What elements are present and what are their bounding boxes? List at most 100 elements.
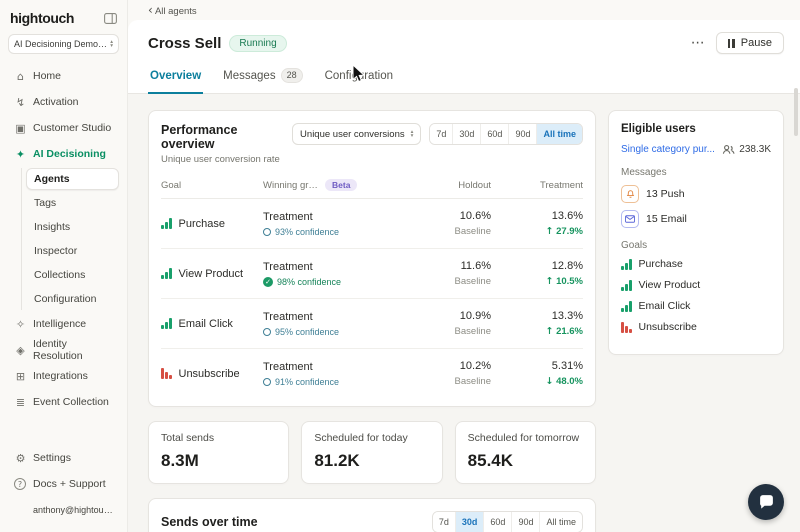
sidebar-item-identity-resolution[interactable]: ◈ Identity Resolution (8, 338, 119, 362)
range-60d[interactable]: 60d (483, 512, 511, 532)
account-email: anthony@hightouch.io (33, 505, 113, 515)
range-all-time[interactable]: All time (539, 512, 582, 532)
sidebar-bottom: ⚙ Settings ? Docs + Support anthony@high… (8, 446, 119, 524)
confidence-circle-icon (263, 378, 271, 386)
goal-bars-icon (161, 368, 172, 379)
goal-bars-icon (621, 322, 632, 333)
sidebar-item-activation[interactable]: ↯ Activation (8, 90, 119, 114)
activation-icon: ↯ (14, 96, 27, 109)
content-area: Performance overview Unique user convers… (128, 94, 800, 532)
stat-value: 81.2K (314, 451, 429, 471)
sidebar-item-label: Collections (34, 269, 85, 281)
stat-scheduled-today: Scheduled for today 81.2K (301, 421, 442, 484)
panel-collapse-icon (104, 13, 117, 24)
sidebar-item-intelligence[interactable]: ✧ Intelligence (8, 312, 119, 336)
ai-decisioning-icon: ✦ (14, 148, 27, 161)
range-30d[interactable]: 30d (455, 512, 484, 532)
sidebar-item-agents[interactable]: Agents (26, 168, 119, 190)
range-all-time[interactable]: All time (536, 124, 582, 144)
messages-section-title: Messages (621, 167, 771, 178)
goal-bars-icon (161, 218, 172, 229)
gear-icon: ⚙ (14, 452, 27, 465)
sidebar-item-tags[interactable]: Tags (26, 192, 119, 214)
goal-bars-icon (161, 318, 172, 329)
sidebar-item-configuration[interactable]: Configuration (26, 288, 119, 310)
chat-bubble-button[interactable] (748, 484, 784, 520)
sidebar-item-integrations[interactable]: ⊞ Integrations (8, 364, 119, 388)
goal-item: Email Click (621, 300, 771, 312)
sidebar: hightouch AI Decisioning Demo - ... ▴▾ ⌂… (0, 0, 128, 532)
stat-total-sends: Total sends 8.3M (148, 421, 289, 484)
eligible-users-card: Eligible users Single category pur... 23… (608, 110, 784, 355)
card-title: Eligible users (621, 123, 771, 135)
holdout-value: 10.2% (411, 360, 491, 372)
sidebar-item-customer-studio[interactable]: ▣ Customer Studio (8, 116, 119, 140)
range-30d[interactable]: 30d (452, 124, 480, 144)
treatment-value: 12.8% (491, 260, 583, 272)
intelligence-icon: ✧ (14, 318, 27, 331)
sidebar-item-label: Tags (34, 197, 56, 209)
pause-button[interactable]: Pause (716, 32, 784, 54)
message-push: 13 Push (621, 185, 771, 203)
sidebar-item-label: AI Decisioning (33, 148, 106, 160)
metric-select[interactable]: Unique user conversions ▴▾ (292, 123, 421, 145)
goal-bars-icon (161, 268, 172, 279)
bell-icon (621, 185, 639, 203)
sidebar-item-label: Settings (33, 452, 71, 464)
lift-value: ↑ 10.5% (491, 276, 583, 287)
table-row: Email Click Treatment 95% confidence (161, 299, 583, 349)
holdout-sub: Baseline (411, 326, 491, 337)
stat-label: Scheduled for tomorrow (468, 432, 583, 444)
collapse-sidebar-button[interactable] (104, 13, 117, 24)
stat-label: Total sends (161, 432, 276, 444)
sidebar-item-label: Activation (33, 96, 79, 108)
chevron-updown-icon: ▴▾ (110, 40, 113, 49)
lift-value: ↓ 48.0% (491, 376, 583, 387)
customer-studio-icon: ▣ (14, 122, 27, 135)
treatment-value: 5.31% (491, 360, 583, 372)
hightouch-logo: hightouch (10, 10, 74, 26)
workspace-selector[interactable]: AI Decisioning Demo - ... ▴▾ (8, 34, 119, 54)
sidebar-item-account[interactable]: anthony@hightouch.io (8, 498, 119, 522)
range-7d[interactable]: 7d (430, 124, 452, 144)
page-title: Cross Sell (148, 35, 221, 52)
tab-overview[interactable]: Overview (148, 64, 203, 94)
stat-value: 85.4K (468, 451, 583, 471)
more-options-button[interactable]: ⋯ (691, 35, 706, 51)
holdout-sub: Baseline (411, 226, 491, 237)
sidebar-item-collections[interactable]: Collections (26, 264, 119, 286)
sidebar-item-home[interactable]: ⌂ Home (8, 64, 119, 88)
arrow-up-icon: ↑ (545, 226, 553, 237)
back-all-agents-link[interactable]: ‹ All agents (148, 3, 197, 17)
breadcrumb: ‹ All agents (128, 0, 800, 20)
stats-row: Total sends 8.3M Scheduled for today 81.… (148, 421, 596, 484)
beta-badge: Beta (325, 179, 357, 191)
sidebar-item-ai-decisioning[interactable]: ✦ AI Decisioning (8, 142, 119, 166)
audience-link[interactable]: Single category pur... (621, 144, 717, 155)
sidebar-item-insights[interactable]: Insights (26, 216, 119, 238)
sidebar-item-docs-support[interactable]: ? Docs + Support (8, 472, 119, 496)
tab-bar: Overview Messages 28 Configuration (148, 64, 784, 93)
sidebar-item-event-collection[interactable]: ≣ Event Collection (8, 390, 119, 414)
status-badge: Running (229, 35, 286, 52)
sidebar-item-settings[interactable]: ⚙ Settings (8, 446, 119, 470)
scrollbar-thumb[interactable] (794, 88, 798, 136)
tab-configuration[interactable]: Configuration (323, 64, 395, 94)
app-window: hightouch AI Decisioning Demo - ... ▴▾ ⌂… (0, 0, 800, 532)
range-90d[interactable]: 90d (511, 512, 539, 532)
messages-count-badge: 28 (281, 68, 303, 83)
sidebar-item-inspector[interactable]: Inspector (26, 240, 119, 262)
goal-item: Unsubscribe (621, 321, 771, 333)
range-selector: 7d 30d 60d 90d All time (432, 511, 583, 532)
range-90d[interactable]: 90d (508, 124, 536, 144)
range-7d[interactable]: 7d (433, 512, 455, 532)
winning-group-value: Treatment (263, 211, 411, 223)
goal-item: Purchase (621, 258, 771, 270)
tab-messages[interactable]: Messages 28 (221, 64, 304, 94)
goal-name: View Product (179, 268, 244, 280)
eligible-count: 238.3K (722, 144, 771, 155)
goal-name: Email Click (179, 318, 233, 330)
range-60d[interactable]: 60d (480, 124, 508, 144)
mail-icon (621, 210, 639, 228)
chat-icon (758, 494, 775, 511)
